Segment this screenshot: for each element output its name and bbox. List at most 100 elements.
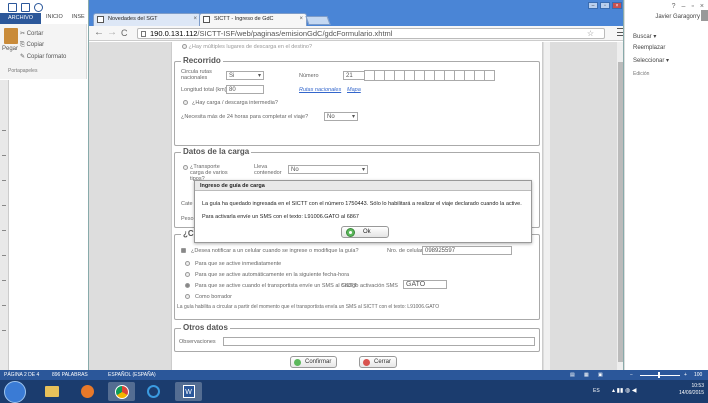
tray-icons[interactable]: ▴ ▮▮ ◍ ◀ [612, 387, 636, 394]
internet-explorer-icon[interactable] [140, 382, 167, 401]
numero-input[interactable]: 21 [343, 71, 365, 80]
zoom-in-icon[interactable]: + [684, 370, 687, 380]
quick-access-toolbar [8, 3, 43, 12]
print-layout-icon[interactable]: ▦ [584, 370, 589, 380]
peso-label: Peso [181, 216, 194, 222]
mapa-link[interactable]: Mapa [347, 87, 361, 93]
close-tab-icon[interactable]: × [193, 14, 197, 25]
confirmar-button[interactable]: Confirmar [290, 356, 338, 368]
close-icon[interactable]: × [612, 2, 622, 9]
otros-datos-section: Otros datos Observaciones [174, 323, 540, 352]
sms-section: ¿Co ¿Desea notificar a un celular cuando… [174, 229, 540, 320]
zoom-slider-thumb[interactable] [658, 372, 660, 378]
bookmark-star-icon[interactable]: ☆ [587, 29, 594, 39]
zoom-slider[interactable] [640, 375, 680, 376]
cerrar-button[interactable]: Cerrar [359, 356, 398, 368]
form-scrollbar[interactable] [544, 42, 550, 370]
codigo-activacion-input[interactable]: GATO [403, 280, 447, 289]
mas-24h-select[interactable]: No [324, 112, 358, 121]
replace-button[interactable]: Reemplazar [633, 45, 665, 51]
format-painter-label: Copiar formato [26, 54, 67, 60]
ok-button[interactable]: Ok [341, 226, 389, 238]
file-explorer-icon[interactable] [38, 382, 65, 401]
word-file-tab[interactable]: ARCHIVO [0, 13, 41, 24]
browser-toolbar: ← → C 190.0.131.112/SICTT-ISF/web/pagina… [89, 26, 623, 41]
select-button[interactable]: Seleccionar ▾ [633, 57, 669, 64]
word-clipboard-group: Pegar ✂ Cortar ⎘ Copiar ✎ Copiar formato… [0, 24, 87, 79]
close-tab-icon[interactable]: × [299, 14, 303, 25]
lleva-contenedor-select[interactable]: No [288, 165, 368, 174]
chrome-menu-icon[interactable] [617, 28, 623, 36]
scrollbar-thumb[interactable] [618, 62, 623, 362]
longitud-input[interactable]: 80 [226, 85, 264, 94]
word-tab-inicio[interactable]: INICIO [46, 14, 63, 20]
ingreso-guia-dialog: Ingreso de guía de carga La guía ha qued… [194, 180, 532, 243]
word-window-controls: ? – ▫ × [672, 3, 704, 10]
web-layout-icon[interactable]: ▣ [598, 370, 603, 380]
find-button[interactable]: Buscar ▾ [633, 33, 656, 40]
restore-icon[interactable]: ▫ [600, 2, 610, 9]
editing-group-label: Edición [633, 71, 650, 77]
copy-button[interactable]: ⎘ Copiar [20, 42, 44, 49]
opt-fecha-hora-radio[interactable] [185, 272, 190, 277]
opt-sms-radio[interactable] [185, 283, 190, 288]
word-icon[interactable]: W [175, 382, 202, 401]
opt-inmediata-radio[interactable] [185, 261, 190, 266]
top-question: ¿Hay múltiples lugares de descarga en el… [182, 44, 312, 50]
find-label: Buscar [633, 34, 652, 40]
language-indicator[interactable]: ESPAÑOL (ESPAÑA) [108, 370, 156, 380]
media-player-icon[interactable] [74, 382, 101, 401]
tab-novedades[interactable]: Novedades del SGT × [93, 13, 201, 26]
circula-rutas-select[interactable]: Si [226, 71, 264, 80]
tab-sictt[interactable]: SICTT - Ingreso de GdC × [199, 13, 307, 26]
input-language[interactable]: ES [593, 388, 600, 394]
chrome-icon[interactable] [108, 382, 135, 401]
new-tab-button[interactable] [305, 16, 331, 25]
sms-footer-text: La guía habilita a circular a partir del… [177, 304, 440, 310]
observaciones-input[interactable] [223, 337, 535, 346]
paste-icon[interactable] [4, 28, 18, 44]
format-painter-button[interactable]: ✎ Copiar formato [20, 53, 66, 60]
minimize-icon[interactable]: – [682, 3, 686, 10]
tab-label: SICTT - Ingreso de GdC [214, 16, 274, 22]
cut-label: Cortar [26, 31, 44, 37]
forward-icon[interactable]: → [107, 27, 117, 39]
top-question-radio[interactable] [182, 44, 187, 50]
address-bar[interactable]: 190.0.131.112/SICTT-ISF/web/paginas/emis… [137, 28, 605, 39]
undo-icon[interactable] [34, 3, 43, 12]
paste-button[interactable]: Pegar [2, 46, 18, 52]
opt-fecha-hora-label: Para que se active automáticamente en la… [195, 272, 350, 278]
longitud-label: Longitud total (km) [181, 87, 227, 93]
numero-extra-cells[interactable] [364, 70, 495, 81]
help-icon[interactable]: ? [672, 3, 676, 10]
carga-intermedia-checkbox[interactable] [183, 100, 188, 105]
page-indicator[interactable]: PÁGINA 2 DE 4 [4, 370, 39, 380]
back-icon[interactable]: ← [94, 27, 104, 39]
windows-taskbar: W ES ▴ ▮▮ ◍ ◀ 10:53 14/09/2015 [0, 380, 708, 403]
word-count[interactable]: 896 PALABRAS [52, 370, 88, 380]
cut-button[interactable]: ✂ Cortar [20, 30, 43, 37]
notificar-celular-checkbox[interactable] [181, 248, 186, 253]
opt-inmediata-label: Para que se active inmediatamente [195, 261, 282, 267]
datos-carga-title: Datos de la carga [181, 147, 252, 156]
read-mode-icon[interactable]: ▤ [570, 370, 575, 380]
zoom-out-icon[interactable]: − [630, 370, 633, 380]
rutas-nacionales-link[interactable]: Rutas nacionales [299, 87, 341, 93]
close-icon[interactable]: × [700, 3, 704, 10]
save-icon[interactable] [21, 3, 30, 12]
minimize-icon[interactable]: – [588, 2, 598, 9]
clock[interactable]: 10:53 14/09/2015 [679, 383, 704, 397]
start-button[interactable] [4, 381, 26, 403]
browser-window-controls: – ▫ × [588, 2, 622, 9]
page-scrollbar[interactable] [617, 42, 623, 370]
zoom-level[interactable]: 100 [694, 370, 702, 380]
word-status-bar: PÁGINA 2 DE 4 896 PALABRAS ESPAÑOL (ESPA… [0, 370, 708, 380]
opt-borrador-radio[interactable] [185, 294, 190, 299]
reload-icon[interactable]: C [121, 27, 128, 39]
copy-label: Copiar [26, 42, 45, 48]
user-name[interactable]: Javier Garagorry [655, 14, 700, 20]
nro-celular-input[interactable]: 098925597 [422, 246, 512, 255]
page-info-icon[interactable] [141, 31, 146, 37]
word-tab-insertar[interactable]: INSE [72, 14, 85, 20]
maximize-icon[interactable]: ▫ [691, 3, 693, 10]
